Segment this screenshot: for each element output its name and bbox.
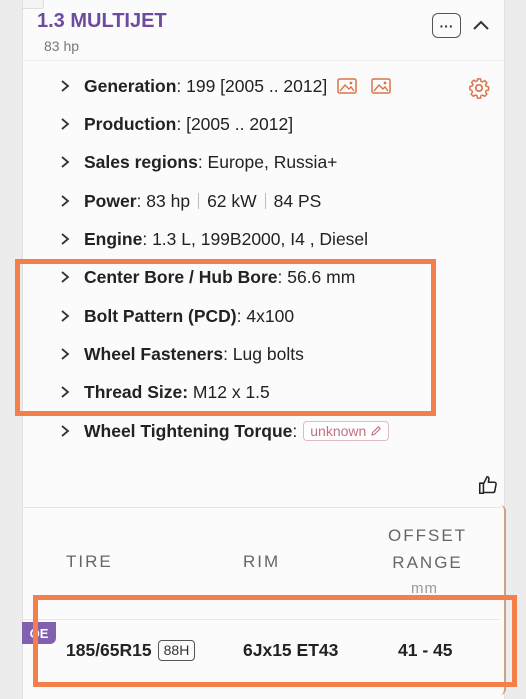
pencil-icon: [371, 426, 382, 436]
more-options-button[interactable]: ···: [432, 13, 461, 38]
spec-row-thread-size[interactable]: Thread Size: M12 x 1.5: [60, 380, 270, 404]
spec-row-center-bore[interactable]: Center Bore / Hub Bore: 56.6 mm: [60, 265, 355, 289]
offset-unit-label: mm: [411, 580, 438, 597]
power-label: Power: [84, 190, 137, 211]
chevron-right-icon: [61, 118, 70, 130]
column-header-tire[interactable]: TIRE: [66, 552, 113, 572]
chevron-right-icon: [61, 80, 70, 92]
chevron-right-icon: [61, 233, 70, 245]
spec-row-engine[interactable]: Engine: 1.3 L, 199B2000, I4 , Diesel: [60, 227, 368, 251]
chevron-right-icon: [61, 386, 70, 398]
more-options-label: ···: [439, 17, 454, 34]
column-header-offset-line2: RANGE: [392, 553, 463, 572]
chevron-right-icon: [61, 425, 70, 437]
chevron-up-icon: [473, 20, 489, 30]
spec-row-torque[interactable]: Wheel Tightening Torque: unknown: [60, 419, 390, 443]
torque-label: Wheel Tightening Torque: [84, 420, 293, 441]
spec-row-wheel-fasteners[interactable]: Wheel Fasteners: Lug bolts: [60, 342, 304, 366]
center-bore-label: Center Bore / Hub Bore: [84, 266, 278, 287]
settings-button[interactable]: [468, 77, 490, 99]
gear-icon: [469, 78, 490, 99]
modification-subtitle: 83 hp: [44, 38, 80, 54]
generation-label: Generation: [84, 75, 177, 96]
bolt-pattern-value: : 4x100: [236, 305, 295, 326]
thumbs-up-button[interactable]: [477, 474, 499, 496]
chevron-right-icon: [61, 195, 70, 207]
offset-cell: 41 - 45: [398, 640, 453, 660]
chevron-right-icon: [61, 310, 70, 322]
unknown-badge[interactable]: unknown: [303, 421, 390, 441]
tire-size-value: 185/65R15: [66, 640, 152, 660]
value-separator: [264, 193, 266, 209]
wheel-fasteners-value: : Lug bolts: [223, 343, 304, 364]
sales-regions-value: : Europe, Russia+: [197, 151, 338, 172]
power-value-hp: : 83 hp: [136, 190, 191, 211]
sales-regions-label: Sales regions: [84, 151, 198, 172]
modification-title: 1.3 MULTIJET: [37, 10, 167, 32]
bolt-pattern-label: Bolt Pattern (PCD): [84, 305, 237, 326]
load-index-badge: 88H: [157, 640, 196, 661]
chevron-right-icon: [61, 156, 70, 168]
torque-colon: :: [292, 420, 298, 441]
spec-row-power[interactable]: Power: 83 hp 62 kW 84 PS: [60, 189, 321, 213]
collapse-button[interactable]: [470, 14, 492, 36]
thread-size-value: M12 x 1.5: [188, 381, 270, 402]
spec-row-sales-regions[interactable]: Sales regions: Europe, Russia+: [60, 150, 337, 174]
image-icon[interactable]: [337, 78, 357, 94]
rim-cell[interactable]: 6Jx15 ET43: [243, 640, 338, 661]
center-bore-value: : 56.6 mm: [277, 266, 356, 287]
unknown-badge-text: unknown: [310, 423, 367, 439]
table-scroll-edge: [498, 505, 506, 695]
generation-value: : 199 [2005 .. 2012]: [176, 75, 328, 96]
table-divider: [22, 507, 500, 508]
tire-size-cell[interactable]: 185/65R15 88H: [66, 640, 196, 661]
header-divider: [22, 60, 503, 61]
spec-row-generation[interactable]: Generation: 199 [2005 .. 2012]: [60, 74, 391, 98]
power-value-kw: 62 kW: [207, 190, 257, 211]
engine-value: : 1.3 L, 199B2000, I4 , Diesel: [142, 228, 369, 249]
thread-size-label: Thread Size:: [84, 381, 189, 402]
value-separator: [198, 193, 200, 209]
power-value-ps: 84 PS: [273, 190, 322, 211]
oe-badge: OE: [22, 622, 56, 644]
production-value: : [2005 .. 2012]: [176, 113, 294, 134]
column-header-offset[interactable]: OFFSET RANGE: [388, 522, 467, 576]
row-divider: [22, 619, 500, 620]
engine-label: Engine: [84, 228, 143, 249]
chevron-right-icon: [61, 271, 70, 283]
spec-row-bolt-pattern[interactable]: Bolt Pattern (PCD): 4x100: [60, 304, 294, 328]
spec-row-production[interactable]: Production: [2005 .. 2012]: [60, 112, 293, 136]
production-label: Production: [84, 113, 177, 134]
wheel-fasteners-label: Wheel Fasteners: [84, 343, 224, 364]
thumbs-up-icon: [478, 475, 497, 495]
chevron-right-icon: [61, 348, 70, 360]
image-icon[interactable]: [371, 78, 391, 94]
column-header-offset-line1: OFFSET: [388, 526, 468, 545]
column-header-rim[interactable]: RIM: [243, 552, 280, 572]
corner-tab: [23, 0, 44, 9]
